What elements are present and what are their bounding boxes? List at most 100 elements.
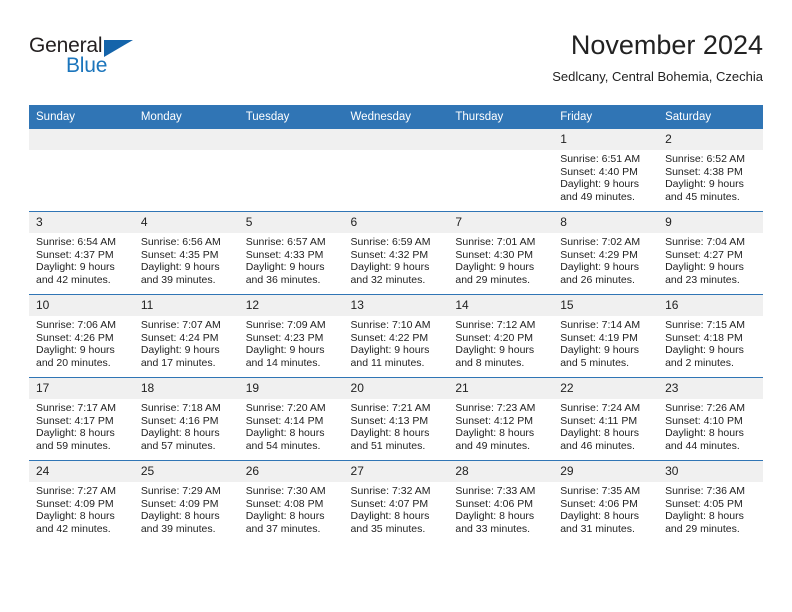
sunrise-time: Sunrise: 7:02 AM — [560, 236, 641, 248]
daylight-duration: Daylight: 8 hours and 37 minutes. — [245, 510, 325, 535]
calendar-day-cell-empty — [29, 129, 134, 212]
day-details: Sunrise: 7:18 AM Sunset: 4:16 PM Daylight:… — [134, 399, 239, 452]
sunrise-time: Sunrise: 7:30 AM — [245, 485, 326, 497]
calendar-day-cell[interactable]: 14 Sunrise: 7:12 AM Sunset: 4:20 PM Dayligh… — [448, 294, 554, 378]
day-number: 12 — [238, 295, 344, 316]
daylight-duration: Daylight: 8 hours and 44 minutes. — [665, 427, 744, 452]
daylight-duration: Daylight: 9 hours and 36 minutes. — [245, 261, 325, 286]
calendar-day-cell[interactable]: 10 Sunrise: 7:06 AM Sunset: 4:26 PM Dayligh… — [29, 294, 134, 378]
calendar-day-cell[interactable]: 28 Sunrise: 7:33 AM Sunset: 4:06 PM Dayligh… — [448, 460, 554, 543]
calendar-day-cell[interactable]: 22 Sunrise: 7:24 AM Sunset: 4:11 PM Dayligh… — [553, 377, 659, 461]
calendar-day-cell[interactable]: 4 Sunrise: 6:56 AM Sunset: 4:35 PM Daylight… — [133, 211, 239, 295]
page-subtitle: Sedlcany, Central Bohemia, Czechia — [552, 69, 763, 84]
sunrise-time: Sunrise: 7:17 AM — [36, 402, 116, 414]
sunrise-time: Sunrise: 6:56 AM — [140, 236, 221, 248]
weekday-header-row: Sunday Monday Tuesday Wednesday Thursday… — [29, 105, 763, 129]
sunset-time: Sunset: 4:26 PM — [36, 331, 114, 344]
sunrise-time: Sunrise: 7:12 AM — [455, 319, 536, 331]
daylight-duration: Daylight: 9 hours and 14 minutes. — [245, 344, 325, 369]
day-details: Sunrise: 6:56 AM Sunset: 4:35 PM Daylight:… — [134, 233, 239, 286]
calendar-day-cell[interactable]: 25 Sunrise: 7:29 AM Sunset: 4:09 PM Dayligh… — [133, 460, 239, 543]
calendar-day-cell-empty — [238, 129, 344, 212]
calendar-day-cell[interactable]: 21 Sunrise: 7:23 AM Sunset: 4:12 PM Dayligh… — [448, 377, 554, 461]
weekday-header-thursday: Thursday — [448, 105, 554, 129]
calendar-day-cell[interactable]: 15 Sunrise: 7:14 AM Sunset: 4:19 PM Dayligh… — [553, 294, 659, 378]
calendar-week-row: 24 Sunrise: 7:27 AM Sunset: 4:09 PM Dayligh… — [29, 460, 763, 543]
day-number: 21 — [448, 378, 554, 399]
sunset-time: Sunset: 4:20 PM — [455, 331, 534, 344]
day-details: Sunrise: 7:15 AM Sunset: 4:18 PM Daylight:… — [658, 316, 763, 369]
calendar-day-cell[interactable]: 27 Sunrise: 7:32 AM Sunset: 4:07 PM Dayligh… — [343, 460, 449, 543]
calendar-day-cell[interactable]: 12 Sunrise: 7:09 AM Sunset: 4:23 PM Dayligh… — [238, 294, 344, 378]
calendar-day-cell[interactable]: 7 Sunrise: 7:01 AM Sunset: 4:30 PM Daylight… — [448, 211, 554, 295]
sunrise-time: Sunrise: 6:54 AM — [36, 236, 116, 248]
calendar-day-cell[interactable]: 5 Sunrise: 6:57 AM Sunset: 4:33 PM Daylight… — [238, 211, 344, 295]
calendar-day-cell[interactable]: 8 Sunrise: 7:02 AM Sunset: 4:29 PM Daylight… — [553, 211, 659, 295]
calendar-day-cell[interactable]: 1 Sunrise: 6:51 AM Sunset: 4:40 PM Daylight… — [553, 129, 659, 212]
sunrise-time: Sunrise: 7:32 AM — [350, 485, 431, 497]
calendar-day-cell[interactable]: 20 Sunrise: 7:21 AM Sunset: 4:13 PM Dayligh… — [343, 377, 449, 461]
daylight-duration: Daylight: 9 hours and 11 minutes. — [350, 344, 430, 369]
day-number: 1 — [553, 129, 659, 150]
calendar-day-cell[interactable]: 9 Sunrise: 7:04 AM Sunset: 4:27 PM Daylight… — [658, 211, 763, 295]
day-details: Sunrise: 6:51 AM Sunset: 4:40 PM Daylight:… — [553, 150, 658, 203]
calendar-day-cell-empty — [448, 129, 554, 212]
page-header: General Blue November 2024 Sedlcany, Cen… — [29, 28, 763, 98]
calendar-day-cell[interactable]: 19 Sunrise: 7:20 AM Sunset: 4:14 PM Dayligh… — [238, 377, 344, 461]
day-number: 13 — [343, 295, 449, 316]
daylight-duration: Daylight: 8 hours and 31 minutes. — [560, 510, 640, 535]
calendar-day-cell[interactable]: 24 Sunrise: 7:27 AM Sunset: 4:09 PM Dayligh… — [29, 460, 134, 543]
sunset-time: Sunset: 4:33 PM — [245, 248, 324, 261]
sunrise-time: Sunrise: 7:14 AM — [560, 319, 641, 331]
day-number: 24 — [29, 461, 134, 482]
daylight-duration: Daylight: 8 hours and 54 minutes. — [245, 427, 325, 452]
day-number: 10 — [29, 295, 134, 316]
page-title: November 2024 — [570, 30, 763, 60]
sunrise-time: Sunrise: 6:57 AM — [245, 236, 326, 248]
day-number: 7 — [448, 212, 554, 233]
day-details: Sunrise: 7:01 AM Sunset: 4:30 PM Daylight:… — [448, 233, 553, 286]
calendar-day-cell[interactable]: 18 Sunrise: 7:18 AM Sunset: 4:16 PM Dayligh… — [133, 377, 239, 461]
calendar-day-cell[interactable]: 2 Sunrise: 6:52 AM Sunset: 4:38 PM Daylight… — [658, 129, 763, 212]
day-details: Sunrise: 7:35 AM Sunset: 4:06 PM Daylight:… — [553, 482, 658, 535]
calendar-day-cell[interactable]: 23 Sunrise: 7:26 AM Sunset: 4:10 PM Dayligh… — [658, 377, 763, 461]
calendar-day-cell[interactable]: 17 Sunrise: 7:17 AM Sunset: 4:17 PM Dayligh… — [29, 377, 134, 461]
calendar-day-cell[interactable]: 16 Sunrise: 7:15 AM Sunset: 4:18 PM Dayligh… — [658, 294, 763, 378]
calendar-day-cell[interactable]: 30 Sunrise: 7:36 AM Sunset: 4:05 PM Dayligh… — [658, 460, 763, 543]
day-number: 22 — [553, 378, 659, 399]
sunrise-time: Sunrise: 7:10 AM — [350, 319, 431, 331]
calendar-day-cell[interactable]: 3 Sunrise: 6:54 AM Sunset: 4:37 PM Daylight… — [29, 211, 134, 295]
calendar-day-cell[interactable]: 6 Sunrise: 6:59 AM Sunset: 4:32 PM Daylight… — [343, 211, 449, 295]
calendar-day-cell[interactable]: 29 Sunrise: 7:35 AM Sunset: 4:06 PM Dayligh… — [553, 460, 659, 543]
weekday-header-wednesday: Wednesday — [343, 105, 449, 129]
sunrise-time: Sunrise: 7:04 AM — [665, 236, 746, 248]
daylight-duration: Daylight: 8 hours and 51 minutes. — [350, 427, 430, 452]
sunset-time: Sunset: 4:27 PM — [665, 248, 743, 261]
day-number: 15 — [553, 295, 659, 316]
day-number: 11 — [133, 295, 239, 316]
sunset-time: Sunset: 4:17 PM — [36, 414, 114, 427]
sunset-time: Sunset: 4:08 PM — [245, 497, 324, 510]
day-details: Sunrise: 7:32 AM Sunset: 4:07 PM Daylight:… — [344, 482, 449, 535]
day-number — [133, 129, 239, 150]
sunrise-time: Sunrise: 6:52 AM — [665, 153, 746, 165]
daylight-duration: Daylight: 9 hours and 17 minutes. — [140, 344, 220, 369]
weekday-header-friday: Friday — [553, 105, 659, 129]
calendar-day-cell[interactable]: 11 Sunrise: 7:07 AM Sunset: 4:24 PM Dayligh… — [133, 294, 239, 378]
sunset-time: Sunset: 4:07 PM — [350, 497, 429, 510]
calendar-day-cell[interactable]: 26 Sunrise: 7:30 AM Sunset: 4:08 PM Dayligh… — [238, 460, 344, 543]
daylight-duration: Daylight: 8 hours and 35 minutes. — [350, 510, 430, 535]
sunset-time: Sunset: 4:38 PM — [665, 165, 743, 178]
day-number: 20 — [343, 378, 449, 399]
day-number: 9 — [658, 212, 763, 233]
general-blue-logo[interactable]: General Blue — [29, 34, 159, 86]
day-number: 25 — [133, 461, 239, 482]
sunrise-time: Sunrise: 7:20 AM — [245, 402, 326, 414]
sunrise-time: Sunrise: 7:35 AM — [560, 485, 641, 497]
day-details: Sunrise: 7:14 AM Sunset: 4:19 PM Daylight:… — [553, 316, 658, 369]
sunrise-time: Sunrise: 7:09 AM — [245, 319, 326, 331]
calendar-day-cell[interactable]: 13 Sunrise: 7:10 AM Sunset: 4:22 PM Dayligh… — [343, 294, 449, 378]
sunset-time: Sunset: 4:24 PM — [140, 331, 219, 344]
day-number: 16 — [658, 295, 763, 316]
day-details: Sunrise: 7:06 AM Sunset: 4:26 PM Daylight:… — [29, 316, 134, 369]
